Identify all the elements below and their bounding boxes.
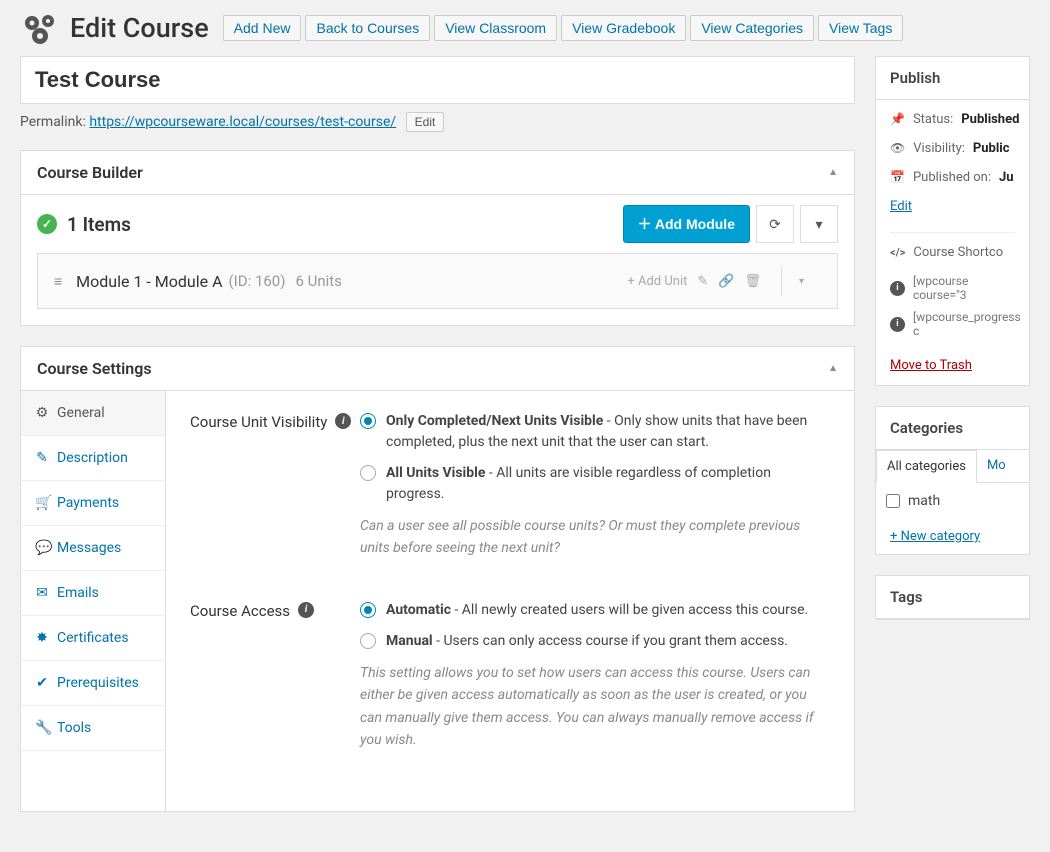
page-title: Edit Course: [70, 12, 209, 44]
nav-description[interactable]: ✎Description: [21, 436, 165, 481]
info-icon[interactable]: i: [890, 317, 905, 332]
calendar-icon: [890, 170, 905, 185]
tags-panel: Tags: [875, 575, 1030, 620]
tab-most-used[interactable]: Mo: [977, 450, 1016, 482]
gear-icon: ⚙: [35, 405, 49, 421]
items-count: ✓ 1 Items: [37, 213, 131, 236]
edit-module-icon[interactable]: ✎: [697, 274, 708, 289]
module-row: ≡ Module 1 - Module A (ID: 160) 6 Units …: [37, 253, 838, 309]
setting-label-access: Course Access: [190, 602, 290, 620]
setting-access: Course Access i Automatic - All newly cr…: [190, 600, 830, 752]
expand-module-icon[interactable]: ▾: [799, 276, 804, 287]
nav-messages[interactable]: 💬Messages: [21, 526, 165, 571]
cart-icon: 🛒: [35, 495, 49, 511]
page-header: Edit Course Add New Back to Courses View…: [0, 0, 1050, 56]
link-module-icon[interactable]: 🔗: [718, 274, 734, 289]
nav-payments[interactable]: 🛒Payments: [21, 481, 165, 526]
nav-certificates[interactable]: ✸Certificates: [21, 616, 165, 661]
delete-module-icon[interactable]: 🗑: [744, 274, 761, 289]
new-category-link[interactable]: + New category: [876, 519, 1029, 554]
pin-icon: [890, 112, 905, 127]
info-icon[interactable]: i: [335, 413, 351, 429]
module-units-count: 6 Units: [295, 272, 341, 290]
check-circle-icon: ✓: [37, 214, 57, 234]
collapse-toggle-icon[interactable]: ▲: [828, 363, 838, 374]
collapse-toggle-icon[interactable]: ▲: [828, 167, 838, 178]
items-count-text: 1 Items: [67, 213, 131, 236]
settings-panel-title: Course Settings: [37, 359, 152, 378]
view-gradebook-button[interactable]: View Gradebook: [561, 15, 686, 41]
permalink-label: Permalink:: [20, 114, 86, 130]
certificate-icon: ✸: [35, 630, 49, 646]
settings-nav: ⚙General ✎Description 🛒Payments 💬Message…: [21, 391, 166, 811]
radio-visibility-completed[interactable]: [360, 413, 376, 429]
nav-tools[interactable]: 🔧Tools: [21, 706, 165, 751]
module-name: Module 1 - Module A: [76, 272, 222, 291]
course-title-input[interactable]: [20, 56, 855, 104]
publish-panel: Publish Status: Published Visibility: Pu…: [875, 56, 1030, 386]
course-settings-panel: Course Settings ▲ ⚙General ✎Description …: [20, 346, 855, 812]
email-icon: ✉: [35, 585, 49, 601]
course-builder-panel: Course Builder ▲ ✓ 1 Items ＋ Add Module …: [20, 150, 855, 326]
permalink-row: Permalink: https://wpcourseware.local/co…: [20, 112, 855, 132]
setting-visibility: Course Unit Visibility i Only Completed/…: [190, 411, 830, 560]
nav-emails[interactable]: ✉Emails: [21, 571, 165, 616]
categories-title: Categories: [876, 407, 1029, 450]
categories-panel: Categories All categories Mo math + New …: [875, 406, 1030, 555]
back-to-courses-button[interactable]: Back to Courses: [305, 15, 430, 41]
module-id: (ID: 160): [229, 272, 286, 290]
chat-icon: 💬: [35, 540, 49, 556]
drag-handle-icon[interactable]: ≡: [54, 273, 62, 290]
category-checkbox[interactable]: [886, 494, 900, 508]
edit-permalink-button[interactable]: Edit: [406, 112, 445, 132]
permalink-link[interactable]: https://wpcourseware.local/courses/test-…: [89, 114, 396, 130]
view-tags-button[interactable]: View Tags: [818, 15, 903, 41]
visibility-help-text: Can a user see all possible course units…: [360, 515, 830, 560]
category-math[interactable]: math: [886, 493, 1019, 509]
code-icon: [890, 245, 905, 260]
eye-icon: [890, 141, 905, 156]
view-classroom-button[interactable]: View Classroom: [434, 15, 557, 41]
view-categories-button[interactable]: View Categories: [690, 15, 814, 41]
info-icon[interactable]: i: [298, 602, 314, 618]
pencil-icon: ✎: [35, 450, 49, 466]
check-icon: ✔: [35, 675, 49, 691]
publish-panel-title: Publish: [876, 57, 1029, 100]
wrench-icon: 🔧: [35, 720, 49, 736]
info-icon[interactable]: i: [890, 281, 905, 296]
tags-title: Tags: [876, 576, 1029, 619]
radio-visibility-all[interactable]: [360, 465, 376, 481]
refresh-icon[interactable]: ⟳: [756, 205, 794, 243]
access-help-text: This setting allows you to set how users…: [360, 662, 830, 752]
tab-all-categories[interactable]: All categories: [876, 450, 977, 483]
add-module-button[interactable]: ＋ Add Module: [623, 205, 750, 243]
radio-access-manual[interactable]: [360, 633, 376, 649]
radio-access-automatic[interactable]: [360, 602, 376, 618]
move-to-trash-link[interactable]: Move to Trash: [890, 358, 972, 373]
builder-panel-title: Course Builder: [37, 163, 143, 182]
edit-publish-link[interactable]: Edit: [890, 199, 912, 214]
add-new-button[interactable]: Add New: [223, 15, 302, 41]
add-unit-button[interactable]: + Add Unit: [627, 274, 687, 289]
expand-all-icon[interactable]: ▾: [800, 205, 838, 243]
nav-general[interactable]: ⚙General: [21, 391, 165, 436]
setting-label-visibility: Course Unit Visibility: [190, 413, 327, 431]
nav-prerequisites[interactable]: ✔Prerequisites: [21, 661, 165, 706]
logo-icon: [20, 8, 60, 48]
